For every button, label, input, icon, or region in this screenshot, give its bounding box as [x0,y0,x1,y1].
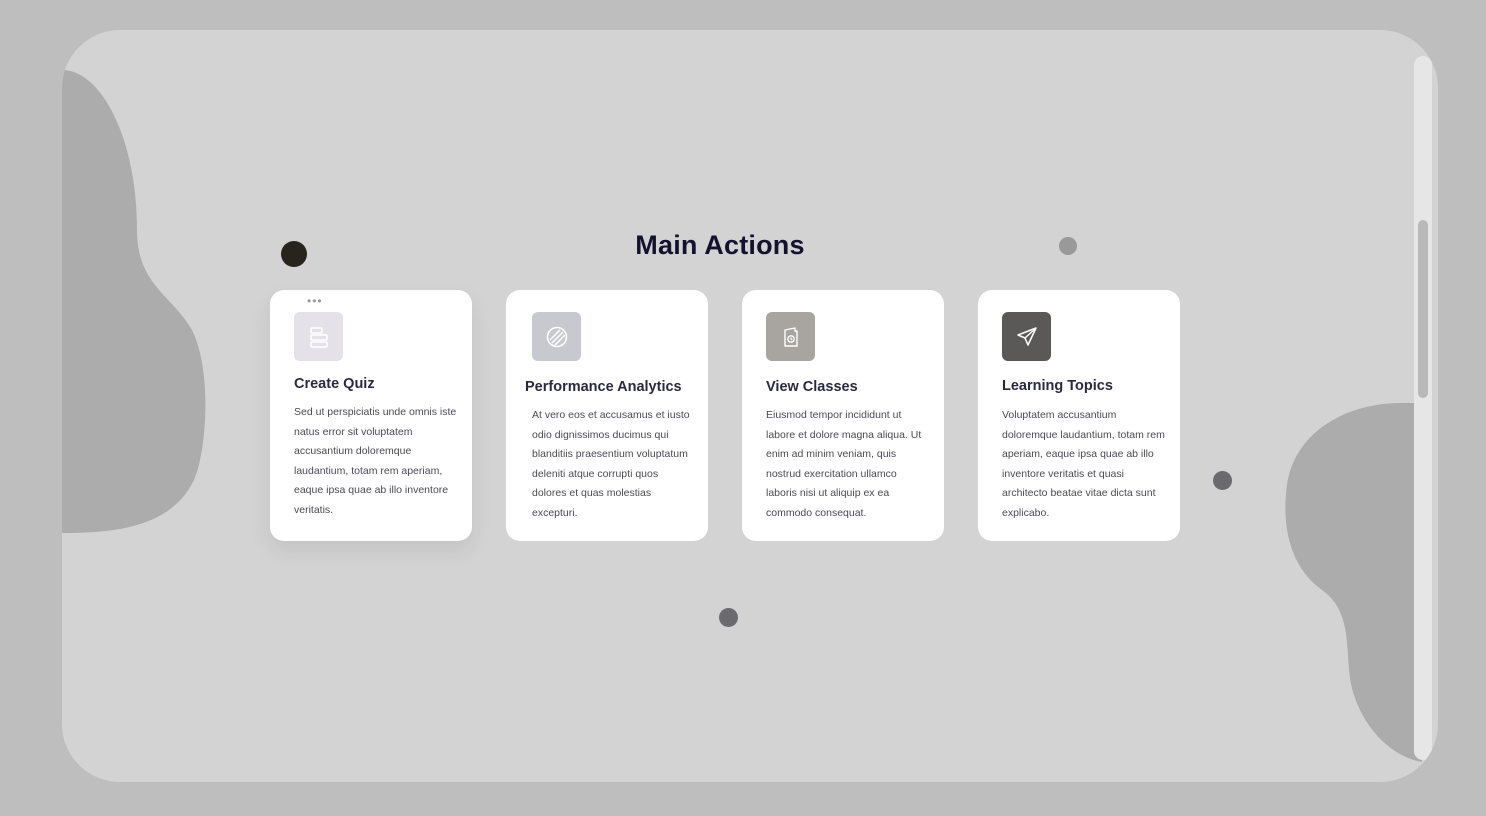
card-title: Learning Topics [1002,378,1113,394]
card-performance-analytics[interactable]: Performance Analytics At vero eos et acc… [506,290,708,541]
stacked-layers-icon [309,326,328,348]
card-create-quiz[interactable]: ••• Create Quiz Sed ut perspiciatis unde… [270,290,472,541]
app-frame: Main Actions ••• Create Quiz Sed ut pers… [62,30,1438,782]
card-title: Create Quiz [294,376,375,392]
scrollbar-thumb[interactable] [1418,220,1428,398]
card-description: Sed ut perspiciatis unde omnis iste natu… [294,406,457,516]
card-description: At vero eos et accusamus et iusto odio d… [532,409,690,519]
card-description: Eiusmod tempor incididunt ut labore et d… [766,409,922,519]
card-description: Voluptatem accusantium doloremque laudan… [1002,409,1165,519]
card-icon-tile [766,312,815,361]
card-title: View Classes [766,379,858,395]
decorative-dot-bottom [719,608,738,627]
striped-circle-icon [546,326,567,347]
vertical-scrollbar[interactable] [1414,56,1432,760]
card-icon-tile [1002,312,1051,361]
card-icon-tile [532,312,581,361]
card-icon-tile [294,312,343,361]
book-clock-icon [783,326,798,347]
card-menu-dots-icon[interactable]: ••• [307,295,323,307]
card-title: Performance Analytics [525,379,682,395]
paper-plane-icon [1016,326,1037,346]
card-view-classes[interactable]: View Classes Eiusmod tempor incididunt u… [742,290,944,541]
left-decorative-blob [62,70,206,533]
page-title: Main Actions [635,230,805,260]
decorative-dot-right [1213,471,1232,490]
card-learning-topics[interactable]: Learning Topics Voluptatem accusantium d… [978,290,1180,541]
